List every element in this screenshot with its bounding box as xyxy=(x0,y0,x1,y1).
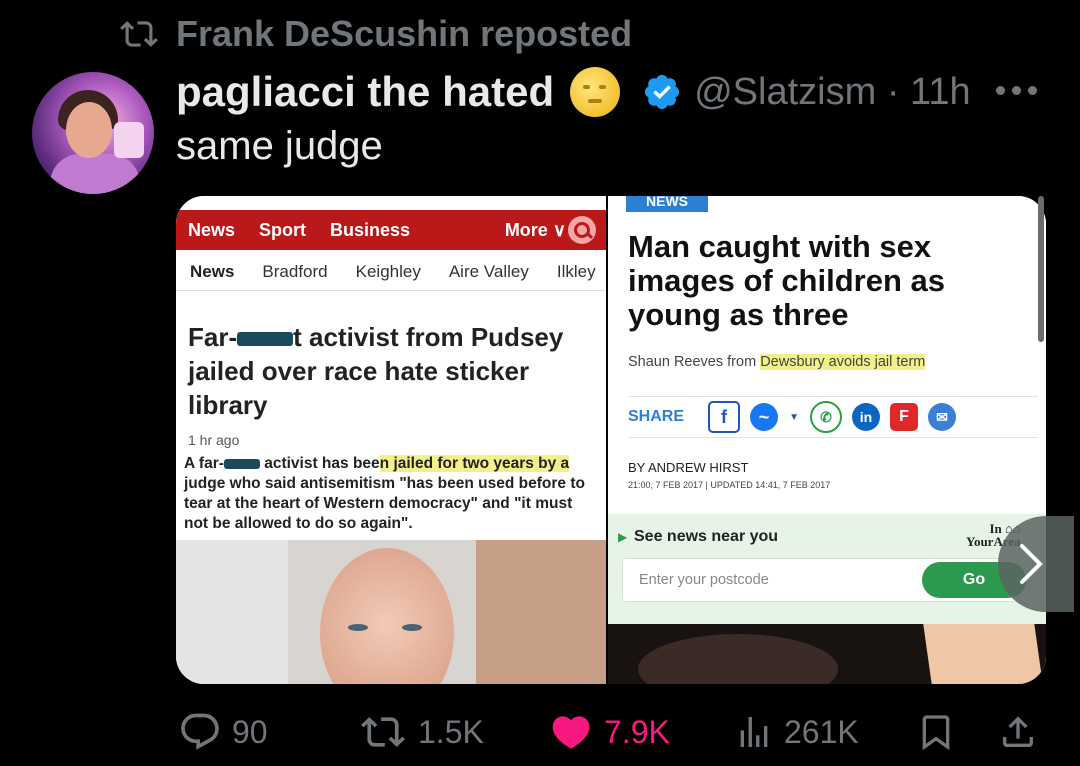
views-button[interactable]: 261K xyxy=(734,706,859,758)
tweet-text: same judge xyxy=(176,124,383,168)
repost-text: Frank DeScushin reposted xyxy=(176,13,633,54)
nav-sport: Sport xyxy=(259,219,307,240)
bookmark-button[interactable] xyxy=(916,706,956,758)
heart-icon xyxy=(552,716,590,749)
whatsapp-icon: ✆ xyxy=(810,401,843,433)
display-name[interactable]: pagliacci the hated xyxy=(176,68,554,116)
left-headline: Far-t activist from Pudsey jailed over r… xyxy=(188,322,564,420)
highlight: Dewsbury avoids jail term xyxy=(760,354,926,370)
linkedin-icon: in xyxy=(852,403,881,431)
reply-count: 90 xyxy=(232,713,268,750)
repost-count: 1.5K xyxy=(418,713,484,750)
media-carousel[interactable]: News Sport Business More ∨ News Bradford… xyxy=(176,196,1046,684)
tweet-header: pagliacci the hated @Slatzism · 11h xyxy=(176,64,971,120)
email-icon: ✉ xyxy=(928,403,957,431)
action-bar: 90 1.5K 7.9K 261K xyxy=(178,706,1048,758)
avatar[interactable] xyxy=(32,72,154,194)
nav-news: News xyxy=(188,219,236,240)
repost-icon xyxy=(120,21,158,47)
share-button[interactable] xyxy=(998,706,1038,758)
repost-icon xyxy=(361,717,405,747)
dates: 21:00, 7 FEB 2017 | UPDATED 14:41, 7 FEB… xyxy=(628,480,831,490)
near-label: See news near you xyxy=(634,528,779,545)
share-label: SHARE xyxy=(628,408,685,425)
flipboard-icon: F xyxy=(890,403,919,431)
subnav-bradford: Bradford xyxy=(262,262,328,281)
verified-badge-icon[interactable] xyxy=(642,72,682,112)
nav-business: Business xyxy=(330,219,411,240)
news-near-you-box: ▶ See news near you In ⌂⌂ YourArea Enter … xyxy=(608,514,1046,624)
highlight: n jailed for two years by a xyxy=(379,455,570,472)
subnav-aire-valley: Aire Valley xyxy=(448,262,529,281)
search-icon xyxy=(568,216,596,244)
view-count: 261K xyxy=(784,713,859,750)
bbc-sub-nav: News Bradford Keighley Aire Valley Ilkle… xyxy=(176,254,606,291)
messenger-icon: ~ xyxy=(750,403,779,431)
news-tag: NEWS xyxy=(626,196,708,212)
redaction-mark xyxy=(223,458,260,469)
chevron-right-icon xyxy=(1020,544,1043,584)
subnav-ilkley: Ilkley xyxy=(556,262,596,281)
more-options-icon[interactable] xyxy=(996,84,1044,96)
share-icon xyxy=(1003,716,1033,747)
facebook-icon: f xyxy=(708,401,741,433)
postcode-placeholder: Enter your postcode xyxy=(639,572,769,588)
views-chart-icon xyxy=(740,717,768,747)
repost-line[interactable]: Frank DeScushin reposted xyxy=(118,12,632,56)
like-count: 7.9K xyxy=(604,713,670,750)
scrollbar[interactable] xyxy=(1038,196,1044,342)
right-photo xyxy=(608,624,1046,684)
reply-button[interactable]: 90 xyxy=(178,706,268,758)
left-timestamp: 1 hr ago xyxy=(188,432,240,448)
share-row: SHARE f ~ ▼ ✆ in F ✉ xyxy=(628,396,1038,438)
handle[interactable]: @Slatzism · 11h xyxy=(694,71,971,114)
full-moon-face-icon xyxy=(570,67,621,117)
media-image-right[interactable]: NEWS Man caught with sex images of child… xyxy=(608,196,1046,684)
bbc-top-nav: News Sport Business More ∨ xyxy=(176,210,606,253)
repost-button[interactable]: 1.5K xyxy=(358,706,484,758)
media-image-left[interactable]: News Sport Business More ∨ News Bradford… xyxy=(176,196,606,684)
subnav-keighley: Keighley xyxy=(355,262,421,281)
left-body: A far- activist has been jailed for two … xyxy=(184,455,585,532)
timestamp[interactable]: · 11h xyxy=(887,71,971,113)
reply-icon xyxy=(181,713,219,750)
right-headline: Man caught with sex images of children a… xyxy=(628,229,945,332)
chevron-down-icon: ▼ xyxy=(789,411,799,423)
subnav-news: News xyxy=(190,262,235,281)
mugshot-photo xyxy=(176,540,606,684)
redaction-mark xyxy=(237,332,294,347)
triangle-icon: ▶ xyxy=(618,530,628,544)
bookmark-icon xyxy=(922,715,950,751)
right-subheading: Shaun Reeves from Dewsbury avoids jail t… xyxy=(628,354,926,370)
like-button[interactable]: 7.9K xyxy=(548,706,670,758)
byline: BY ANDREW HIRST xyxy=(628,460,749,475)
nav-more: More ∨ xyxy=(504,220,566,240)
